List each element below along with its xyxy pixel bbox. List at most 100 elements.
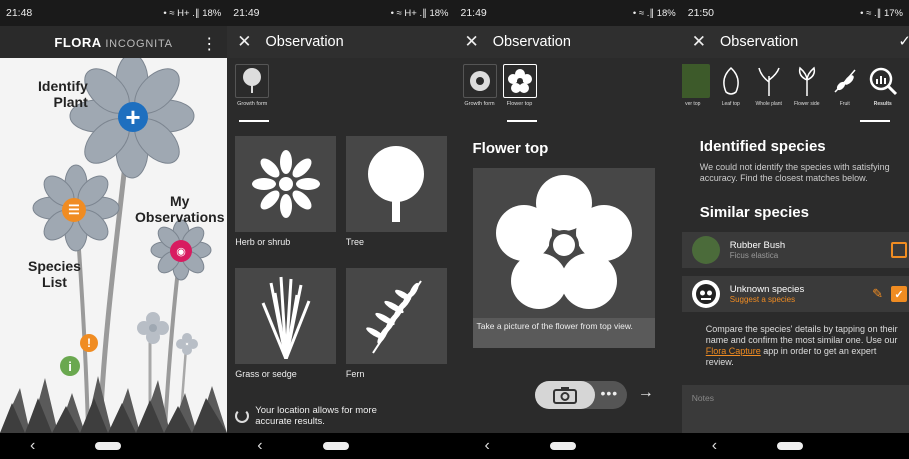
more-menu-icon[interactable]: ⋮ — [201, 34, 217, 54]
select-checkbox[interactable] — [891, 242, 907, 258]
identify-plant-button[interactable]: + — [118, 102, 148, 132]
page-title: Observation — [720, 34, 799, 50]
option-grass-or-sedge[interactable]: Grass or sedge — [235, 268, 336, 390]
edit-pencil-icon[interactable]: ✎ — [872, 286, 883, 302]
step-tabs: Growth form Flower top — [462, 64, 537, 107]
my-observations-button[interactable]: ◉ — [170, 240, 192, 262]
camera-icon — [552, 387, 577, 404]
results-search-icon — [866, 64, 900, 98]
step-tabs: Growth form — [235, 64, 270, 107]
flower-illustration — [0, 53, 227, 433]
page-title: Observation — [492, 34, 571, 50]
option-label: Tree — [345, 237, 365, 247]
growth-options-grid: Herb or shrub Tree Grass or sedge Fern — [235, 136, 447, 390]
selected-checkbox[interactable]: ✓ — [891, 286, 907, 302]
tab-leaf-top[interactable]: Leaf top — [714, 64, 748, 107]
tab-label: Growth form — [464, 101, 495, 107]
tab-label: Results — [873, 101, 892, 107]
species-avatar — [691, 236, 720, 264]
option-herb-or-shrub[interactable]: Herb or shrub — [235, 136, 336, 258]
species-list-button[interactable]: ☰ — [62, 198, 86, 222]
flower-thumb-icon — [502, 64, 537, 98]
system-navbar: ‹ — [227, 433, 455, 459]
back-nav-icon[interactable]: ‹ — [712, 437, 717, 455]
tab-flower-side[interactable]: Flower side — [790, 64, 824, 107]
back-nav-icon[interactable]: ‹ — [257, 437, 262, 455]
tab-label: Whole plant — [755, 101, 782, 107]
species-row-rubber-bush[interactable]: Rubber Bush Ficus elastica — [681, 232, 909, 268]
option-fern[interactable]: Fern — [345, 268, 447, 390]
option-label: Herb or shrub — [235, 237, 291, 247]
flower-side-icon — [790, 64, 824, 98]
status-time: 21:49 — [233, 7, 260, 19]
home-nav-pill[interactable] — [95, 442, 122, 450]
system-navbar: ‹ — [0, 433, 228, 459]
back-nav-icon[interactable]: ‹ — [30, 437, 35, 455]
active-tab-indicator — [506, 120, 537, 122]
five-petal-flower-icon — [495, 175, 632, 309]
step-tabs: ver top Leaf top Whole plant Flower side… — [681, 64, 900, 107]
home-nav-pill[interactable] — [549, 442, 576, 450]
instruction-card: Take a picture of the flower from top vi… — [472, 168, 655, 348]
status-time: 21:48 — [6, 7, 33, 19]
system-navbar: ‹ — [454, 433, 682, 459]
active-tab-indicator — [239, 120, 270, 122]
plus-icon: + — [125, 102, 141, 132]
page-title: Observation — [265, 34, 344, 50]
tab-label: Flower top — [506, 101, 533, 107]
notes-placeholder: Notes — [691, 393, 714, 403]
feedback-button[interactable]: ! — [80, 334, 98, 352]
location-hint: Your location allows for more accurate r… — [235, 405, 415, 427]
tab-label: Flower side — [793, 101, 820, 107]
tab-whole-plant[interactable]: Whole plant — [752, 64, 786, 107]
status-bar: 21:48 • ≈ H+ .∥ 18% — [0, 0, 228, 26]
location-text: Your location allows for more accurate r… — [255, 405, 377, 427]
loading-spinner-icon — [235, 409, 250, 423]
status-indicators: • ≈ H+ .∥ 18% — [163, 7, 222, 19]
tab-label: Growth form — [237, 101, 268, 107]
take-photo-button[interactable] — [534, 381, 595, 409]
tab-results[interactable]: Results — [866, 64, 900, 107]
info-button[interactable]: i — [60, 356, 80, 376]
species-name: Rubber Bush — [729, 240, 786, 251]
growth-form-screen: 21:49 • ≈ H+ .∥ 18% ✕ Observation Growth… — [227, 0, 455, 459]
home-nav-pill[interactable] — [322, 442, 349, 450]
tab-flower-top[interactable]: ver top — [681, 64, 710, 107]
status-indicators: • ≈ H+ .∥ 18% — [390, 7, 449, 19]
flower-top-screen: 21:49 • ≈ .∥ 18% ✕ Observation Growth fo… — [454, 0, 682, 459]
screenshot-strip: 21:48 • ≈ H+ .∥ 18% FLORA INCOGNITA ⋮ + … — [0, 0, 909, 459]
list-icon: ☰ — [68, 202, 80, 217]
species-name: Unknown species — [729, 284, 805, 295]
tab-fruit[interactable]: Fruit — [828, 64, 862, 107]
flora-capture-link[interactable]: Flora Capture — [706, 346, 761, 356]
my-observations-label: My Observations — [135, 193, 225, 225]
status-bar: 21:49 • ≈ .∥ 18% — [454, 0, 682, 26]
tab-label: Leaf top — [721, 101, 740, 107]
results-screen: 21:50 • ≈ .∥ 17% ✕ Observation ✓ ver top… — [681, 0, 909, 459]
suggest-species-link[interactable]: Suggest a species — [730, 295, 804, 304]
status-bar: 21:49 • ≈ H+ .∥ 18% — [227, 0, 455, 26]
similar-species-title: Similar species — [699, 204, 809, 221]
section-title: Flower top — [472, 140, 549, 157]
close-icon[interactable]: ✕ — [692, 32, 706, 52]
tab-growth-form[interactable]: Growth form — [235, 64, 270, 107]
close-icon[interactable]: ✕ — [465, 32, 479, 52]
compare-instructions: Compare the species' details by tapping … — [706, 324, 906, 368]
daisy-thumb-icon — [462, 64, 497, 98]
tab-flower-top[interactable]: Flower top — [502, 64, 537, 107]
tab-label: Fruit — [839, 101, 850, 107]
close-icon[interactable]: ✕ — [237, 32, 251, 52]
confirm-check-icon[interactable]: ✓ — [898, 32, 909, 50]
back-nav-icon[interactable]: ‹ — [484, 437, 489, 455]
species-latin-name: Ficus elastica — [729, 251, 779, 260]
exclamation-icon: ! — [87, 336, 91, 350]
option-label: Grass or sedge — [235, 369, 297, 379]
option-tree[interactable]: Tree — [345, 136, 447, 258]
more-options-icon[interactable]: ••• — [601, 385, 619, 401]
next-arrow-icon[interactable]: → — [638, 384, 654, 402]
species-row-unknown[interactable]: Unknown species Suggest a species ✎ ✓ — [681, 276, 909, 312]
status-time: 21:49 — [460, 7, 487, 19]
tab-growth-form[interactable]: Growth form — [462, 64, 497, 107]
home-nav-pill[interactable] — [777, 442, 804, 450]
notes-field[interactable]: Notes — [681, 385, 909, 433]
